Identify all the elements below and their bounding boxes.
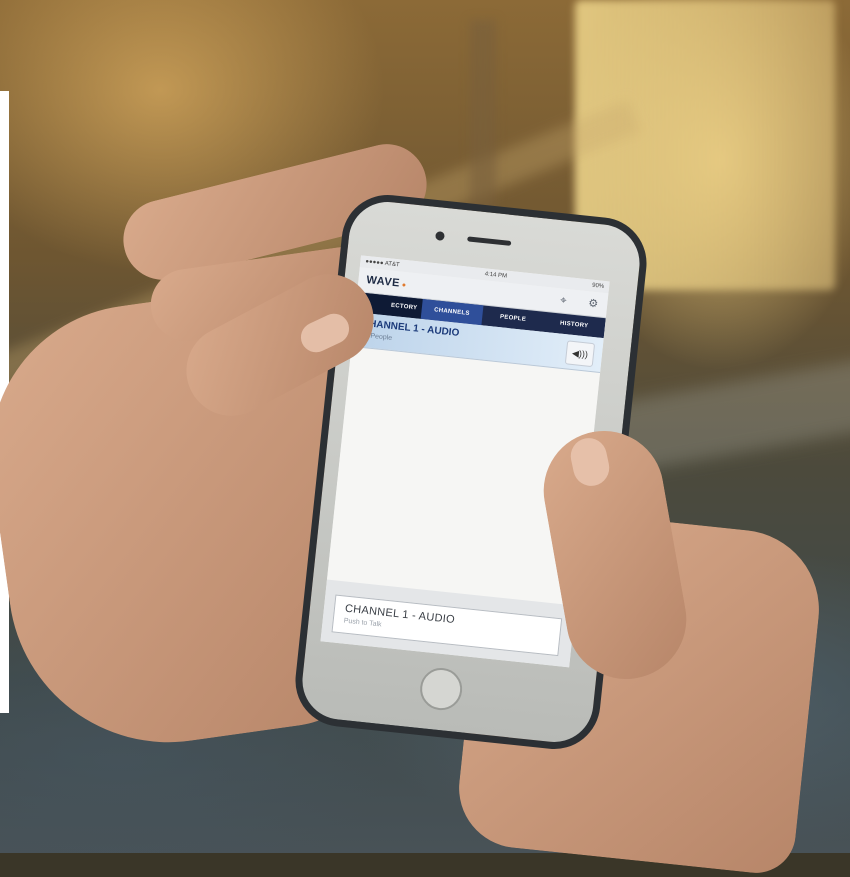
app-name: WAVE (365, 274, 401, 290)
app-title: WAVE● (366, 274, 407, 290)
speaker-icon: ◀))) (571, 347, 589, 360)
ptt-hint: Push to Talk (343, 617, 382, 629)
front-camera (435, 231, 445, 241)
earpiece-speaker (467, 236, 512, 246)
speaker-button[interactable]: ◀))) (564, 340, 596, 368)
crosshair-icon[interactable]: ⌖ (557, 294, 570, 307)
home-button[interactable] (418, 665, 465, 713)
clock-label: 4:14 PM (484, 271, 508, 280)
header-actions: ⌖ ⚙ (557, 294, 600, 310)
battery-label: 90% (591, 282, 605, 290)
carrier-label: ●●●●● AT&T (365, 258, 400, 269)
push-to-talk-button[interactable]: CHANNEL 1 - AUDIO Push to Talk (331, 594, 563, 657)
gear-icon[interactable]: ⚙ (587, 297, 600, 310)
app-logo-mark: ● (401, 281, 407, 290)
